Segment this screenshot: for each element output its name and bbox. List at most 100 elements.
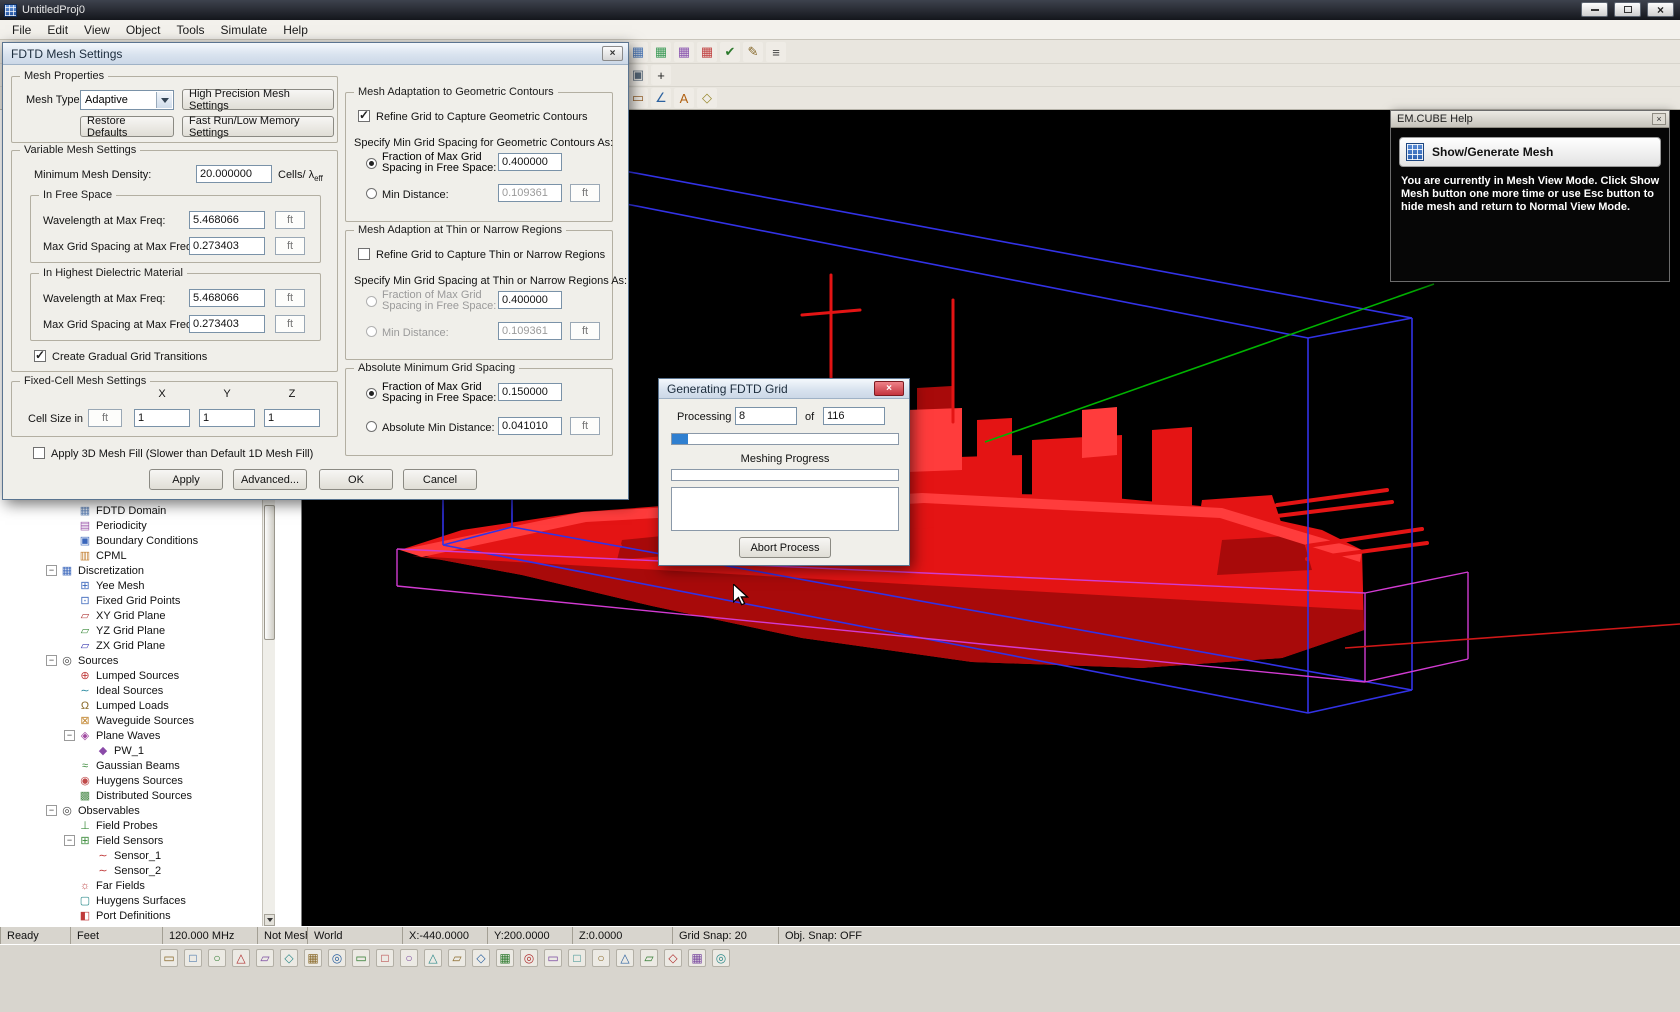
cell-size-z-field[interactable]	[264, 409, 320, 427]
tree-item[interactable]: ∼ Sensor_2	[0, 863, 260, 878]
object-tool-icon[interactable]: ▭	[352, 949, 370, 967]
object-tool-icon[interactable]: ◇	[472, 949, 490, 967]
object-tool-icon[interactable]: ◇	[664, 949, 682, 967]
tree-item[interactable]: ≈ Gaussian Beams	[0, 758, 260, 773]
min-distance-field[interactable]	[498, 322, 562, 340]
abort-process-button[interactable]: Abort Process	[739, 537, 831, 558]
max-spacing-field[interactable]	[189, 237, 265, 255]
fraction-radio[interactable]	[366, 158, 377, 169]
menu-item[interactable]: Help	[275, 21, 316, 39]
refine-thin-checkbox[interactable]	[358, 248, 370, 260]
tree-item[interactable]: ▦ FDTD Domain	[0, 503, 260, 518]
tree-item[interactable]: Ω Lumped Loads	[0, 698, 260, 713]
tree-item[interactable]: ◧ Port Definitions	[0, 908, 260, 923]
object-tool-icon[interactable]: ▱	[256, 949, 274, 967]
max-spacing-field[interactable]	[189, 315, 265, 333]
object-tool-icon[interactable]: ◇	[280, 949, 298, 967]
tree-item[interactable]: ▥ CPML	[0, 548, 260, 563]
tree-item[interactable]: ◆ PW_1	[0, 743, 260, 758]
apply-button[interactable]: Apply	[149, 469, 223, 490]
tree-expander-icon[interactable]	[64, 580, 75, 591]
tree-item[interactable]: ▩ Distributed Sources	[0, 788, 260, 803]
object-tool-icon[interactable]: ▱	[448, 949, 466, 967]
tree-item[interactable]: ⊞ Yee Mesh	[0, 578, 260, 593]
tree-expander-icon[interactable]	[64, 910, 75, 921]
tree-expander-icon[interactable]	[64, 880, 75, 891]
object-tool-icon[interactable]: ◎	[520, 949, 538, 967]
tree-expander-icon[interactable]	[64, 670, 75, 681]
processing-total-field[interactable]	[823, 407, 885, 425]
tree-expander-icon[interactable]	[64, 760, 75, 771]
fraction-field[interactable]	[498, 291, 562, 309]
zoom-box-icon[interactable]: ▣	[628, 65, 648, 85]
object-tool-icon[interactable]: ◎	[712, 949, 730, 967]
tree-expander-icon[interactable]: −	[46, 655, 57, 666]
close-button[interactable]	[1647, 2, 1674, 17]
tree-item[interactable]: ▱ XY Grid Plane	[0, 608, 260, 623]
tree-expander-icon[interactable]: −	[64, 730, 75, 741]
clear-mesh-icon[interactable]: ▦	[697, 42, 717, 62]
fraction-field[interactable]	[498, 383, 562, 401]
mesh-fill-checkbox[interactable]	[33, 447, 45, 459]
gradual-transitions-checkbox[interactable]	[34, 350, 46, 362]
add-icon[interactable]: +	[651, 65, 671, 85]
processing-current-field[interactable]	[735, 407, 797, 425]
tree-item[interactable]: − ◎ Observables	[0, 803, 260, 818]
tree-item[interactable]: ⊥ Field Probes	[0, 818, 260, 833]
object-tool-icon[interactable]: □	[184, 949, 202, 967]
mesh-edit-icon[interactable]: ✎	[743, 42, 763, 62]
chevron-down-icon[interactable]	[156, 92, 172, 108]
minimize-button[interactable]	[1581, 2, 1608, 17]
high-precision-button[interactable]: High Precision Mesh Settings	[182, 89, 334, 110]
tree-expander-icon[interactable]	[64, 820, 75, 831]
tree-expander-icon[interactable]	[64, 640, 75, 651]
object-tool-icon[interactable]: ○	[592, 949, 610, 967]
tree-expander-icon[interactable]: −	[64, 835, 75, 846]
object-tool-icon[interactable]: ○	[400, 949, 418, 967]
menu-item[interactable]: View	[76, 21, 118, 39]
fraction-radio[interactable]	[366, 296, 377, 307]
dialog-close-icon[interactable]	[874, 381, 904, 396]
min-distance-radio[interactable]	[366, 326, 377, 337]
dialog-close-icon[interactable]	[602, 46, 623, 61]
menu-item[interactable]: Edit	[39, 21, 76, 39]
scroll-down-icon[interactable]	[264, 914, 275, 926]
tree-expander-icon[interactable]	[64, 625, 75, 636]
help-titlebar[interactable]: EM.CUBE Help	[1391, 111, 1669, 128]
object-tool-icon[interactable]: ▦	[688, 949, 706, 967]
object-tool-icon[interactable]: ▭	[160, 949, 178, 967]
object-tool-icon[interactable]: ◎	[328, 949, 346, 967]
fraction-field[interactable]	[498, 153, 562, 171]
object-tool-icon[interactable]: △	[424, 949, 442, 967]
tree-item[interactable]: − ▦ Discretization	[0, 563, 260, 578]
tree-expander-icon[interactable]: −	[46, 565, 57, 576]
tree-expander-icon[interactable]	[64, 610, 75, 621]
label-icon[interactable]: A	[674, 88, 694, 108]
wavelength-field[interactable]	[189, 289, 265, 307]
tree-item[interactable]: ∼ Ideal Sources	[0, 683, 260, 698]
maximize-button[interactable]	[1614, 2, 1641, 17]
tree-item[interactable]: ▱ YZ Grid Plane	[0, 623, 260, 638]
tree-item[interactable]: ☼ Far Fields	[0, 878, 260, 893]
object-tool-icon[interactable]: ○	[208, 949, 226, 967]
abs-min-radio[interactable]	[366, 421, 377, 432]
mesh-type-select[interactable]: Adaptive	[80, 90, 174, 110]
object-tool-icon[interactable]: □	[376, 949, 394, 967]
object-tool-icon[interactable]: ▭	[544, 949, 562, 967]
tree-item[interactable]: ⊠ Waveguide Sources	[0, 713, 260, 728]
tree-item[interactable]: ▣ Boundary Conditions	[0, 533, 260, 548]
scrollbar-thumb[interactable]	[264, 505, 275, 640]
tree-expander-icon[interactable]	[64, 520, 75, 531]
dialog-titlebar[interactable]: Generating FDTD Grid	[659, 379, 909, 399]
fraction-radio[interactable]	[366, 388, 377, 399]
tree-expander-icon[interactable]	[64, 895, 75, 906]
tree-expander-icon[interactable]	[64, 550, 75, 561]
tree-expander-icon[interactable]	[64, 790, 75, 801]
object-tool-icon[interactable]: ▱	[640, 949, 658, 967]
tree-expander-icon[interactable]	[82, 865, 93, 876]
object-tool-icon[interactable]: △	[616, 949, 634, 967]
tree-item[interactable]: − ◈ Plane Waves	[0, 728, 260, 743]
project-tree-icon[interactable]: ≡	[766, 42, 786, 62]
cell-size-x-field[interactable]	[134, 409, 190, 427]
show-mesh-icon[interactable]: ▦	[628, 42, 648, 62]
